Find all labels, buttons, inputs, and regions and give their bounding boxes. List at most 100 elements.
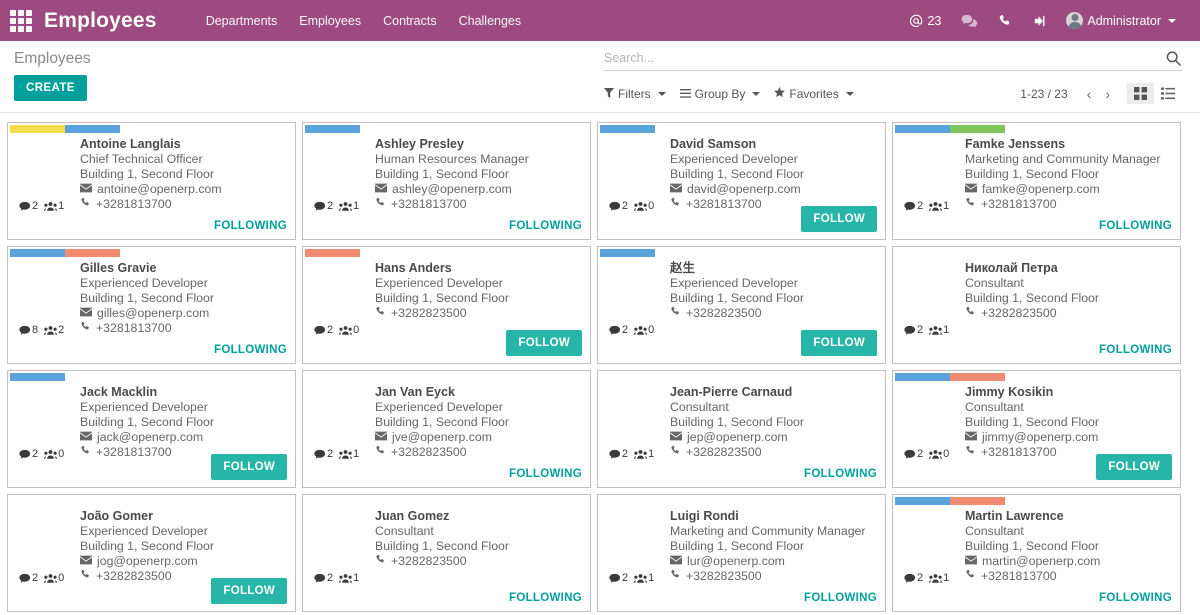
employee-email[interactable]: martin@openerp.com [982, 554, 1100, 569]
phone-icon [80, 569, 91, 584]
create-button[interactable]: CREATE [14, 75, 87, 101]
employee-card[interactable]: 20赵生Experienced DeveloperBuilding 1, Sec… [597, 246, 886, 364]
group-by-dropdown[interactable]: Group By [680, 87, 761, 101]
employee-card[interactable]: 21Martin LawrenceConsultantBuilding 1, S… [892, 494, 1181, 612]
employee-card[interactable]: 21Ashley PresleyHuman Resources ManagerB… [302, 122, 591, 240]
favorites-dropdown[interactable]: Favorites [774, 87, 853, 101]
follow-button[interactable]: FOLLOW [211, 578, 287, 604]
card-avatar-column: 21 [903, 136, 961, 212]
employee-email[interactable]: ashley@openerp.com [392, 182, 512, 197]
menu-item-contracts[interactable]: Contracts [372, 8, 448, 34]
phone-button[interactable] [988, 10, 1022, 32]
mentions-button[interactable]: 23 [899, 10, 951, 32]
employee-phone[interactable]: +3281813700 [96, 321, 172, 336]
apps-grid-icon[interactable] [10, 10, 32, 32]
employee-phone[interactable]: +3282823500 [391, 554, 467, 569]
follow-button[interactable]: FOLLOW [211, 454, 287, 480]
follow-button[interactable]: FOLLOW [801, 330, 877, 356]
employee-phone[interactable]: +3282823500 [96, 569, 172, 584]
followers-icon [339, 201, 352, 212]
employee-phone[interactable]: +3281813700 [96, 445, 172, 460]
list-view-icon[interactable] [1154, 83, 1182, 104]
employee-card[interactable]: 21Luigi RondiMarketing and Community Man… [597, 494, 886, 612]
employee-card[interactable]: 20David SamsonExperienced DeveloperBuild… [597, 122, 886, 240]
employee-email[interactable]: antoine@openerp.com [97, 182, 222, 197]
employee-phone[interactable]: +3282823500 [391, 306, 467, 321]
employee-email[interactable]: famke@openerp.com [982, 182, 1100, 197]
employee-phone[interactable]: +3282823500 [686, 306, 762, 321]
following-button[interactable]: FOLLOWING [804, 468, 877, 480]
card-tag [895, 125, 950, 133]
following-button[interactable]: FOLLOWING [804, 592, 877, 604]
employee-phone[interactable]: +3281813700 [981, 569, 1057, 584]
employee-avatar [908, 508, 956, 570]
employee-card[interactable]: 21Jan Van EyckExperienced DeveloperBuild… [302, 370, 591, 488]
following-button[interactable]: FOLLOWING [1099, 592, 1172, 604]
employee-email[interactable]: jimmy@openerp.com [982, 430, 1098, 445]
menu-item-employees[interactable]: Employees [288, 8, 372, 34]
following-button[interactable]: FOLLOWING [509, 468, 582, 480]
kanban-row: 21Antoine LanglaisChief Technical Office… [4, 119, 1196, 243]
card-body: 20Hans AndersExperienced DeveloperBuildi… [303, 257, 590, 336]
search-input[interactable] [604, 49, 1165, 67]
messages-button[interactable] [951, 10, 988, 32]
employee-phone[interactable]: +3281813700 [981, 197, 1057, 212]
hamburger-icon [680, 87, 691, 101]
search-icon[interactable] [1165, 50, 1182, 67]
employee-location: Building 1, Second Floor [80, 539, 287, 554]
employee-card[interactable]: 20Hans AndersExperienced DeveloperBuildi… [302, 246, 591, 364]
follow-button[interactable]: FOLLOW [506, 330, 582, 356]
employee-name: Николай Петра [965, 261, 1172, 276]
card-counters: 21 [903, 324, 961, 336]
employee-email[interactable]: lur@openerp.com [687, 554, 785, 569]
following-button[interactable]: FOLLOWING [509, 592, 582, 604]
follow-button[interactable]: FOLLOW [801, 206, 877, 232]
employee-card[interactable]: 21Николай ПетраConsultantBuilding 1, Sec… [892, 246, 1181, 364]
followers-icon [929, 201, 942, 212]
logout-button[interactable] [1022, 10, 1056, 32]
employee-phone[interactable]: +3282823500 [686, 445, 762, 460]
employee-phone[interactable]: +3282823500 [391, 445, 467, 460]
app-brand-title[interactable]: Employees [44, 9, 157, 33]
follow-button[interactable]: FOLLOW [1096, 454, 1172, 480]
following-button[interactable]: FOLLOWING [1099, 220, 1172, 232]
card-footer: FOLLOW [801, 330, 877, 356]
filters-dropdown[interactable]: Filters [604, 87, 666, 101]
following-button[interactable]: FOLLOWING [1099, 344, 1172, 356]
kanban-view-icon[interactable] [1127, 83, 1154, 104]
employee-phone[interactable]: +3281813700 [981, 445, 1057, 460]
employee-email[interactable]: jve@openerp.com [392, 430, 492, 445]
employee-phone[interactable]: +3281813700 [391, 197, 467, 212]
employee-email[interactable]: jog@openerp.com [97, 554, 198, 569]
employee-card[interactable]: 21Jean-Pierre CarnaudConsultantBuilding … [597, 370, 886, 488]
breadcrumb[interactable]: Employees [14, 50, 604, 68]
employee-card[interactable]: 21Famke JenssensMarketing and Community … [892, 122, 1181, 240]
following-button[interactable]: FOLLOWING [214, 344, 287, 356]
employee-card[interactable]: 82Gilles GravieExperienced DeveloperBuil… [7, 246, 296, 364]
pager-previous-button[interactable]: ‹ [1080, 85, 1099, 103]
pager-next-button[interactable]: › [1098, 85, 1117, 103]
card-info: João GomerExperienced DeveloperBuilding … [76, 508, 287, 584]
employee-card[interactable]: 20João GomerExperienced DeveloperBuildin… [7, 494, 296, 612]
employee-email[interactable]: jep@openerp.com [687, 430, 788, 445]
menu-item-challenges[interactable]: Challenges [448, 8, 533, 34]
employee-avatar [613, 136, 661, 198]
employee-card[interactable]: 21Juan GomezConsultantBuilding 1, Second… [302, 494, 591, 612]
following-button[interactable]: FOLLOWING [509, 220, 582, 232]
employee-card[interactable]: 21Antoine LanglaisChief Technical Office… [7, 122, 296, 240]
star-icon [774, 87, 785, 101]
menu-item-departments[interactable]: Departments [195, 8, 289, 34]
employee-phone[interactable]: +3281813700 [686, 197, 762, 212]
employee-card[interactable]: 20Jack MacklinExperienced DeveloperBuild… [7, 370, 296, 488]
employee-email[interactable]: jack@openerp.com [97, 430, 203, 445]
employee-email[interactable]: david@openerp.com [687, 182, 801, 197]
employee-name: João Gomer [80, 509, 287, 524]
employee-phone-row: +3281813700 [80, 321, 287, 336]
employee-phone[interactable]: +3282823500 [686, 569, 762, 584]
employee-phone[interactable]: +3281813700 [96, 197, 172, 212]
employee-phone[interactable]: +3282823500 [981, 306, 1057, 321]
user-menu[interactable]: Administrator [1056, 8, 1186, 33]
employee-card[interactable]: 20Jimmy KosikinConsultantBuilding 1, Sec… [892, 370, 1181, 488]
employee-email[interactable]: gilles@openerp.com [97, 306, 209, 321]
following-button[interactable]: FOLLOWING [214, 220, 287, 232]
